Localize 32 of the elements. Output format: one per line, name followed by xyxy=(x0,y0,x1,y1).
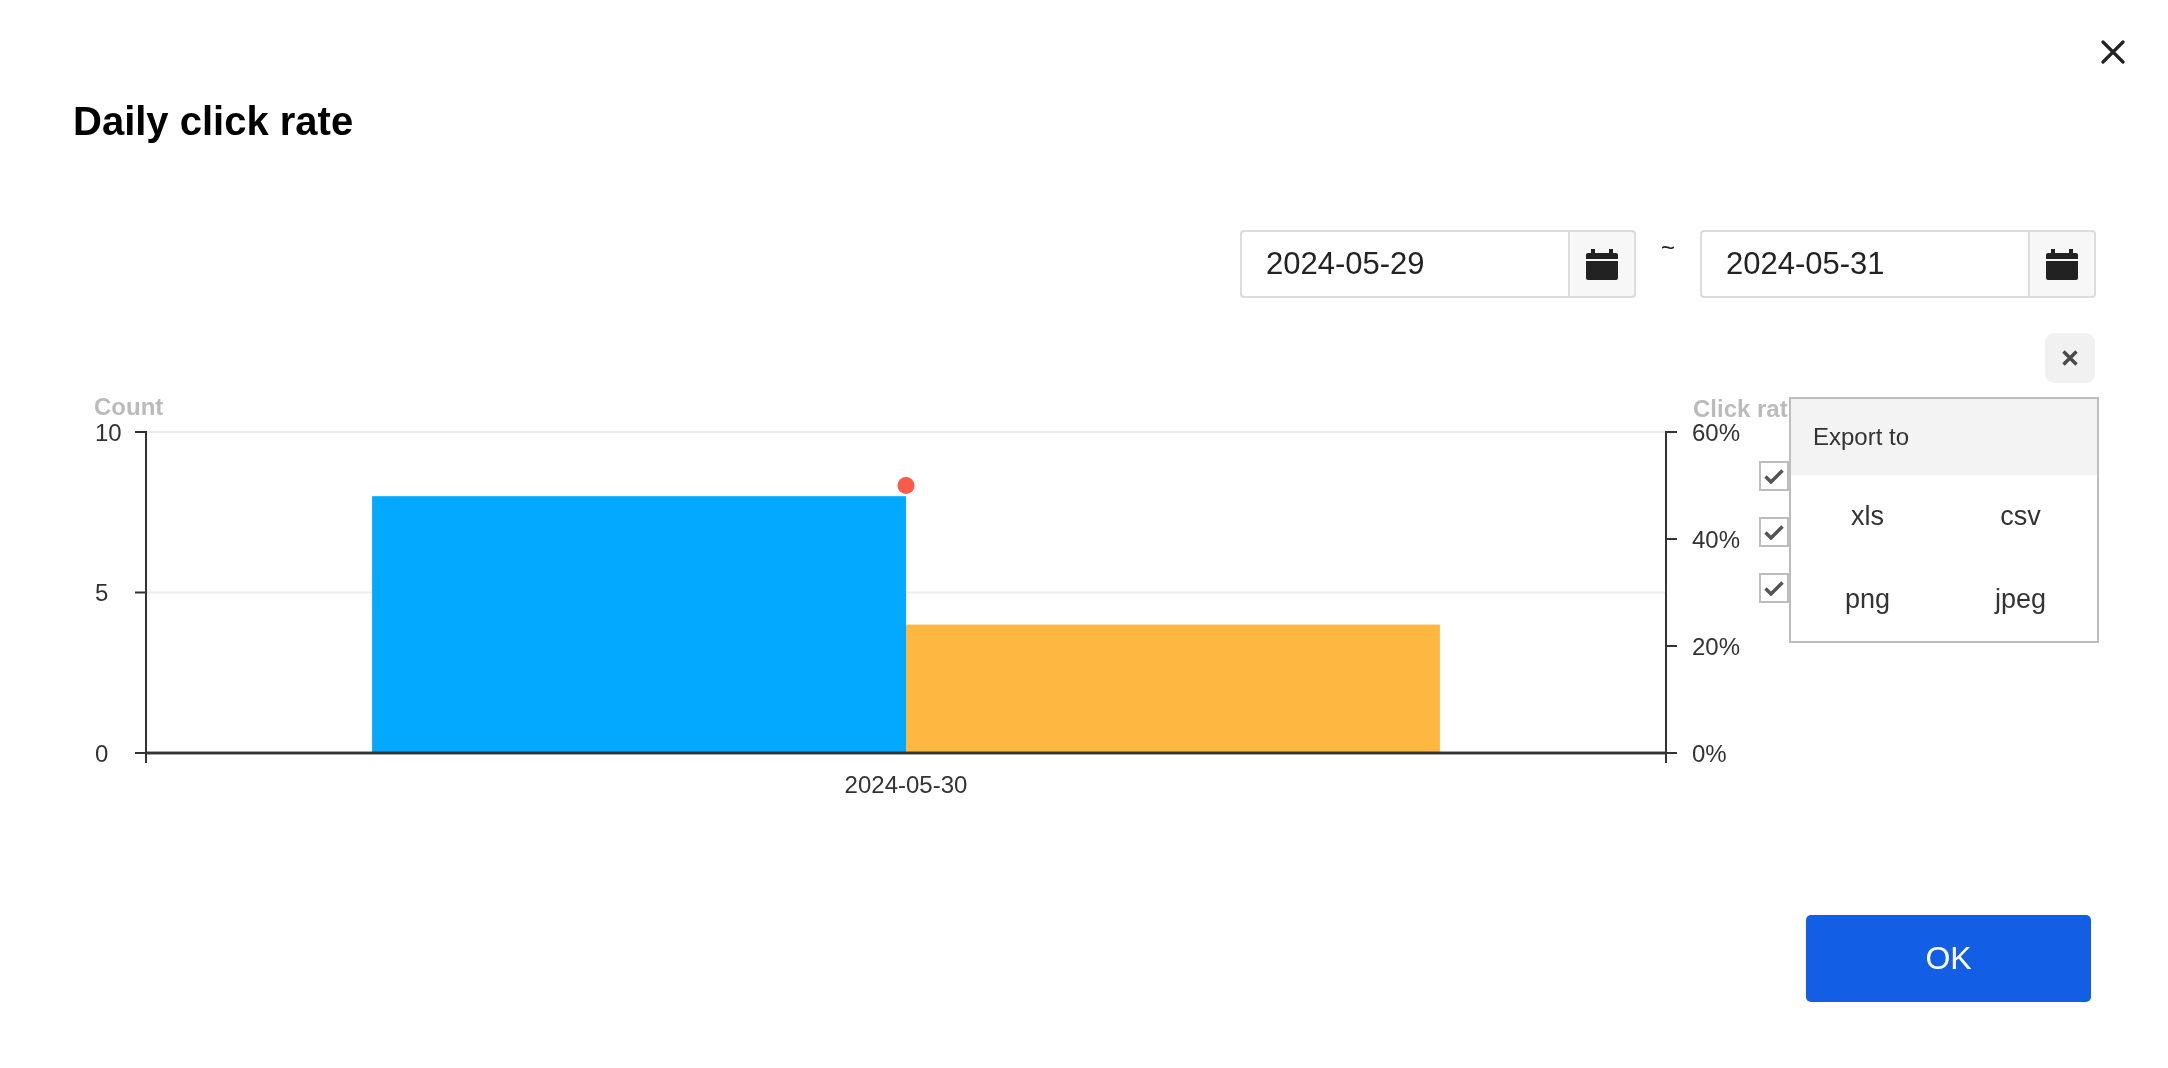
date-field[interactable]: 2024-05-31 xyxy=(1700,230,2028,298)
menu-item[interactable]: png xyxy=(1791,558,1944,641)
close-button[interactable] xyxy=(2045,333,2095,383)
check-icon xyxy=(1764,468,1784,484)
calendar-icon xyxy=(1586,248,1618,280)
dialog-title: Daily click rate xyxy=(73,98,354,145)
close-icon xyxy=(2062,350,2078,366)
close-button[interactable] xyxy=(2101,40,2125,64)
axis-label: 0 xyxy=(95,739,109,767)
calendar-button[interactable] xyxy=(1568,230,1636,298)
range-separator: ~ xyxy=(1661,234,1675,262)
axis-label: 0% xyxy=(1692,739,1727,767)
axis-title: Count xyxy=(94,393,164,420)
menu-item[interactable]: csv xyxy=(1944,475,2097,558)
axis-label: 10 xyxy=(95,418,122,446)
menu-item[interactable]: xls xyxy=(1791,475,1944,558)
axis-label: 20% xyxy=(1692,632,1741,660)
check-icon xyxy=(1764,580,1784,596)
close-icon xyxy=(2101,40,2125,64)
checkbox[interactable] xyxy=(1759,573,1789,603)
calendar-button[interactable] xyxy=(2028,230,2096,298)
axis-label: 5 xyxy=(95,579,109,606)
date-field[interactable]: 2024-05-29 xyxy=(1240,230,1568,298)
checkbox[interactable] xyxy=(1759,517,1789,547)
calendar-icon xyxy=(2046,248,2078,280)
checkbox[interactable] xyxy=(1759,461,1789,491)
ok-button[interactable]: OK xyxy=(1806,915,2091,1002)
axis-label: 2024-05-30 xyxy=(844,771,968,798)
menu-item[interactable]: jpeg xyxy=(1944,558,2097,641)
axis-label: 40% xyxy=(1692,525,1741,553)
check-icon xyxy=(1764,524,1784,540)
menu-header: Export to xyxy=(1791,399,2097,475)
